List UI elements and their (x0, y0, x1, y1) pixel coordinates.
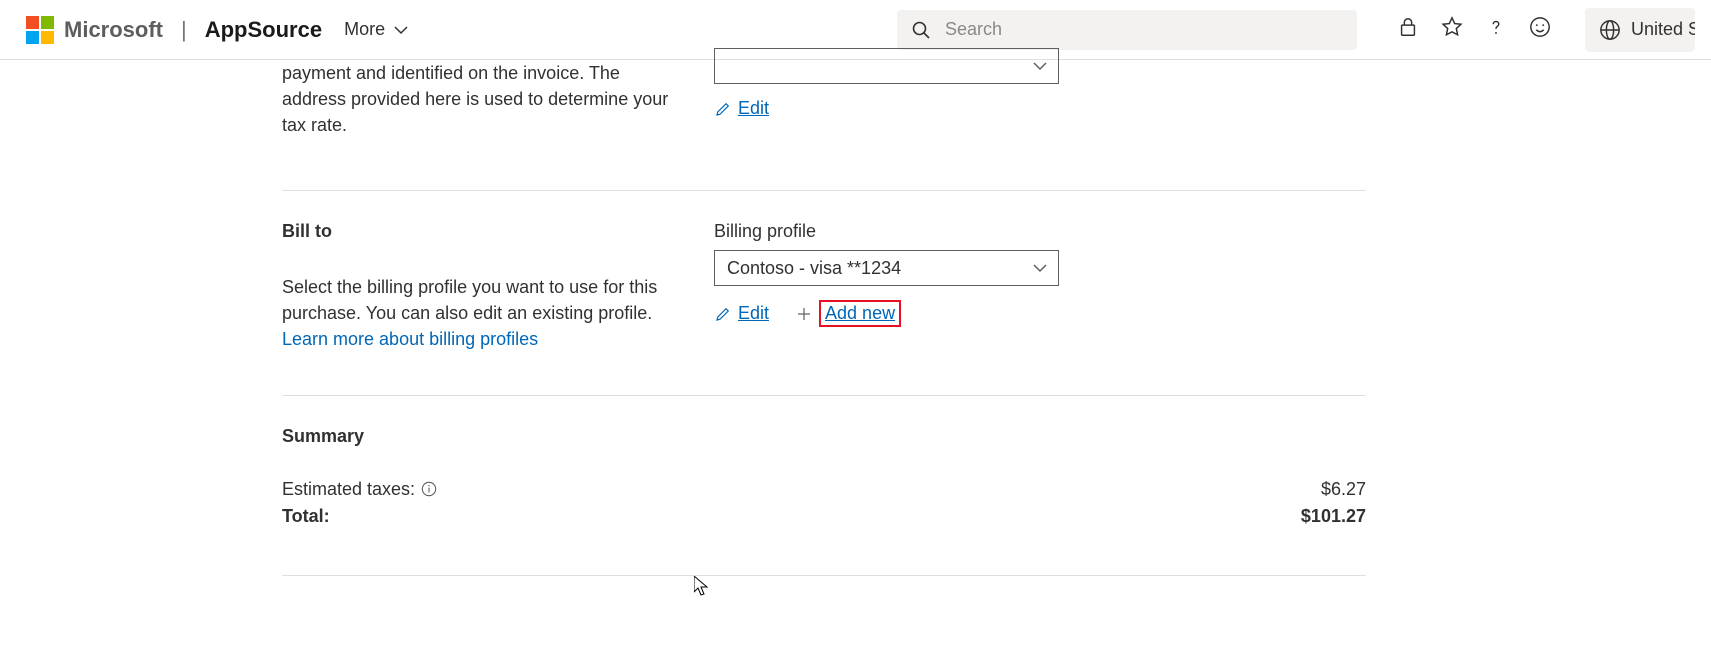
taxes-value: $6.27 (1321, 479, 1366, 500)
feedback-icon[interactable] (1529, 16, 1551, 43)
region-label: United Stat (1631, 19, 1695, 40)
globe-icon (1599, 19, 1621, 41)
summary-taxes-row: Estimated taxes: $6.27 (282, 479, 1366, 500)
search-icon (911, 20, 931, 40)
sold-to-desc-fragment: payment and identified on the invoice. T… (282, 60, 674, 138)
bill-to-section: Bill to Select the billing profile you w… (282, 221, 1366, 395)
info-icon[interactable] (421, 481, 437, 497)
total-label: Total: (282, 506, 330, 527)
chevron-down-icon (1032, 260, 1048, 276)
edit-label: Edit (738, 98, 769, 119)
bill-to-title: Bill to (282, 221, 674, 242)
pencil-icon (714, 100, 732, 118)
bill-to-desc: Select the billing profile you want to u… (282, 274, 674, 352)
taxes-label: Estimated taxes: (282, 479, 415, 500)
chevron-down-icon (1032, 58, 1048, 74)
sold-to-value (727, 56, 732, 77)
checkout-main: payment and identified on the invoice. T… (282, 60, 1366, 576)
more-label: More (344, 19, 385, 40)
add-new-label: Add new (819, 300, 901, 327)
sold-to-section: payment and identified on the invoice. T… (282, 60, 1366, 191)
billing-profile-value: Contoso - visa **1234 (727, 258, 901, 279)
microsoft-logo-icon (26, 16, 54, 44)
learn-billing-link[interactable]: Learn more about billing profiles (282, 329, 538, 349)
header-actions: United Stat (1397, 8, 1695, 52)
billing-profile-select[interactable]: Contoso - visa **1234 (714, 250, 1059, 286)
billing-edit-link[interactable]: Edit (714, 303, 769, 324)
summary-total-row: Total: $101.27 (282, 506, 1366, 527)
search-box[interactable] (897, 10, 1357, 50)
summary-title: Summary (282, 426, 1366, 447)
billing-add-new-link[interactable]: Add new (795, 300, 901, 327)
pencil-icon (714, 305, 732, 323)
region-selector[interactable]: United Stat (1585, 8, 1695, 52)
mouse-cursor-icon (694, 576, 710, 596)
search-input[interactable] (945, 19, 1343, 40)
plus-icon (795, 305, 813, 323)
more-menu[interactable]: More (344, 19, 409, 40)
chevron-down-icon (393, 22, 409, 38)
microsoft-wordmark: Microsoft (64, 17, 163, 43)
appsource-brand[interactable]: AppSource (205, 17, 322, 43)
sold-to-edit-link[interactable]: Edit (714, 98, 769, 119)
help-icon[interactable] (1485, 16, 1507, 43)
edit-label: Edit (738, 303, 769, 324)
lock-icon[interactable] (1397, 16, 1419, 43)
total-value: $101.27 (1301, 506, 1366, 527)
header-divider: | (181, 17, 187, 43)
summary-section: Summary Estimated taxes: $6.27 Total: $1… (282, 426, 1366, 576)
sold-to-select[interactable] (714, 48, 1059, 84)
star-icon[interactable] (1441, 16, 1463, 43)
billing-profile-label: Billing profile (714, 221, 1366, 242)
